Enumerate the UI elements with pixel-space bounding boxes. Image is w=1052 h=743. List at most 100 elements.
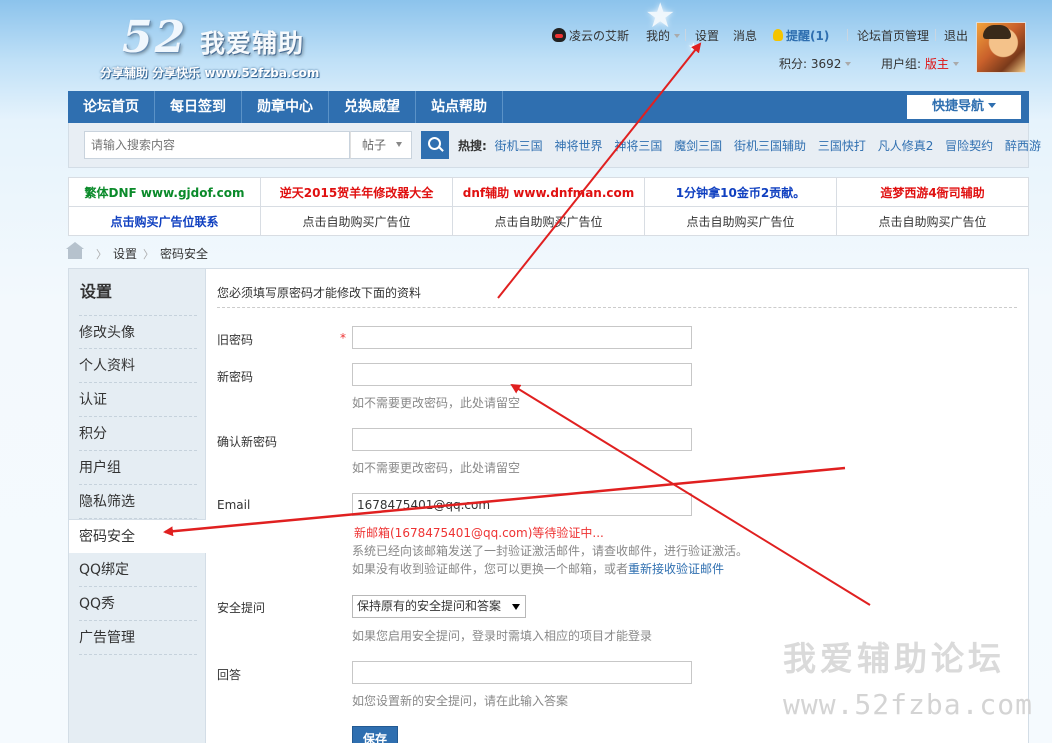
usergroup-menu[interactable]: 用户组: 版主 <box>881 55 959 71</box>
qq-icon <box>552 28 566 42</box>
answer-field[interactable] <box>352 661 692 684</box>
dropdown-arrow-icon <box>512 604 520 610</box>
nav-item-medal-center[interactable]: 勋章中心 <box>242 91 329 123</box>
hot-search-link[interactable]: 神将三国 <box>614 139 662 153</box>
settings-link[interactable]: 设置 <box>695 27 719 43</box>
hot-searches: 热搜: 街机三国 神将世界 神将三国 魔剑三国 街机三国辅助 三国快打 凡人修真… <box>458 137 1049 154</box>
forum-admin-link[interactable]: 论坛首页管理 <box>857 27 929 43</box>
hot-search-label: 热搜: <box>458 139 487 153</box>
ad-link[interactable]: 点击购买广告位联系 <box>68 206 261 236</box>
search-type-select[interactable]: 帖子 <box>350 131 412 159</box>
breadcrumb-link-settings[interactable]: 设置 <box>113 247 137 261</box>
nav-item-daily-signin[interactable]: 每日签到 <box>155 91 242 123</box>
ad-link[interactable]: 点击自助购买广告位 <box>836 206 1029 236</box>
ad-table: 繁体DNF www.gjdof.com 逆天2015贺羊年修改器大全 dnf辅助… <box>68 177 1029 236</box>
avatar[interactable] <box>976 22 1026 73</box>
hot-search-link[interactable]: 街机三国 <box>495 139 543 153</box>
hot-search-link[interactable]: 三国快打 <box>818 139 866 153</box>
hot-search-link[interactable]: 醉西游 <box>1005 139 1041 153</box>
ad-link[interactable]: 繁体DNF www.gjdof.com <box>68 177 261 207</box>
old-password-label: 旧密码 <box>217 333 254 347</box>
my-menu-label: 我的 <box>646 29 671 43</box>
username-link[interactable]: 凌云の艾斯 <box>569 29 629 43</box>
resend-verification-link[interactable]: 重新接收验证邮件 <box>628 562 724 576</box>
security-question-select[interactable]: 保持原有的安全提问和答案 <box>352 595 526 618</box>
ad-link[interactable]: 点击自助购买广告位 <box>260 206 453 236</box>
logo-number: 52 <box>122 12 188 63</box>
ad-link[interactable]: 点击自助购买广告位 <box>644 206 837 236</box>
usergroup-value: 版主 <box>924 57 949 71</box>
confirm-password-label: 确认新密码 <box>217 435 278 449</box>
sidebar-item-verify[interactable]: 认证 <box>79 383 197 417</box>
ad-link[interactable]: 点击自助购买广告位 <box>452 206 645 236</box>
sidebar-item-privacy[interactable]: 隐私筛选 <box>79 485 197 519</box>
arrow-to-settings-link <box>497 42 702 299</box>
sidebar-item-qq-bind[interactable]: QQ绑定 <box>79 553 197 587</box>
watermark-url: www.52fzba.com <box>783 688 1034 721</box>
my-menu[interactable]: 我的 <box>646 27 681 43</box>
sidebar-item-ad-manage[interactable]: 广告管理 <box>79 621 197 655</box>
divider <box>217 307 1017 308</box>
points-label: 积分: 3692 <box>779 57 842 71</box>
main-nav: 论坛首页 每日签到 勋章中心 兑换威望 站点帮助 快捷导航 <box>68 91 1029 123</box>
sidebar-item-points[interactable]: 积分 <box>79 417 197 451</box>
ad-link[interactable]: 逆天2015贺羊年修改器大全 <box>260 177 453 207</box>
home-icon[interactable] <box>66 242 84 259</box>
sidebar-item-usergroup[interactable]: 用户组 <box>79 451 197 485</box>
quick-nav-button[interactable]: 快捷导航 <box>907 95 1021 119</box>
logo-name: 我爱辅助 <box>200 29 305 58</box>
email-pending-notice: 新邮箱(1678475401@qq.com)等待验证中... <box>354 526 604 540</box>
sidebar-item-profile[interactable]: 个人资料 <box>79 349 197 383</box>
hot-search-link[interactable]: 凡人修真2 <box>878 139 934 153</box>
reminders-link[interactable]: 提醒(1) <box>773 27 829 43</box>
security-question-value: 保持原有的安全提问和答案 <box>357 599 502 613</box>
email-field[interactable] <box>352 493 692 516</box>
confirm-password-field[interactable] <box>352 428 692 451</box>
security-question-tip: 如果您启用安全提问，登录时需填入相应的项目才能登录 <box>352 629 653 643</box>
email-resend-tip: 如果没有收到验证邮件，您可以更换一个邮箱，或者重新接收验证邮件 <box>352 560 724 577</box>
points-menu[interactable]: 积分: 3692 <box>779 55 852 71</box>
nav-item-help[interactable]: 站点帮助 <box>416 91 503 123</box>
breadcrumb-current: 密码安全 <box>160 247 209 261</box>
required-mark: * <box>340 331 346 345</box>
old-password-field[interactable] <box>352 326 692 349</box>
lightbulb-icon <box>773 29 783 41</box>
breadcrumb-separator-icon: 〉 <box>96 248 107 261</box>
divider <box>935 29 936 41</box>
search-input[interactable] <box>84 131 350 159</box>
answer-label: 回答 <box>217 668 242 682</box>
sidebar-item-avatar[interactable]: 修改头像 <box>79 315 197 349</box>
chevron-down-icon <box>845 62 852 66</box>
hot-search-link[interactable]: 神将世界 <box>554 139 602 153</box>
ad-link[interactable]: 造梦西游4衙司辅助 <box>836 177 1029 207</box>
new-password-field[interactable] <box>352 363 692 386</box>
hot-search-link[interactable]: 街机三国辅助 <box>734 139 806 153</box>
nav-item-forum-home[interactable]: 论坛首页 <box>68 91 155 123</box>
confirm-password-tip: 如不需要更改密码，此处请留空 <box>352 461 521 475</box>
reminders-label: 提醒(1) <box>786 29 830 43</box>
divider <box>847 29 848 41</box>
messages-link[interactable]: 消息 <box>733 27 757 43</box>
ad-link[interactable]: 1分钟拿10金币2贡献。 <box>644 177 837 207</box>
hot-search-link[interactable]: 冒险契约 <box>945 139 993 153</box>
breadcrumb: 〉设置〉密码安全 <box>66 242 209 262</box>
chevron-down-icon <box>988 103 996 108</box>
chevron-down-icon <box>396 142 403 147</box>
answer-tip: 如您设置新的安全提问，请在此输入答案 <box>352 694 569 708</box>
nav-item-exchange[interactable]: 兑换威望 <box>329 91 416 123</box>
email-resend-text: 如果没有收到验证邮件，您可以更换一个邮箱，或者 <box>352 562 629 576</box>
sidebar-item-password-security[interactable]: 密码安全 <box>69 519 206 553</box>
sidebar-item-qq-show[interactable]: QQ秀 <box>79 587 197 621</box>
chevron-down-icon <box>674 34 681 38</box>
sidebar-title: 设置 <box>80 282 113 301</box>
ad-link[interactable]: dnf辅助 www.dnfman.com <box>452 177 645 207</box>
watermark-title: 我爱辅助论坛 <box>783 639 1005 678</box>
user-menu[interactable]: 凌云の艾斯 <box>552 27 629 43</box>
logout-link[interactable]: 退出 <box>944 27 968 43</box>
hot-search-link[interactable]: 魔剑三国 <box>674 139 722 153</box>
new-password-label: 新密码 <box>217 370 254 384</box>
site-logo[interactable]: 52 我爱辅助 分享辅助 分享快乐 www.52fzba.com <box>100 12 350 82</box>
quick-nav-label: 快捷导航 <box>931 99 984 114</box>
save-button[interactable]: 保存 <box>352 726 398 743</box>
search-button[interactable] <box>421 131 449 159</box>
